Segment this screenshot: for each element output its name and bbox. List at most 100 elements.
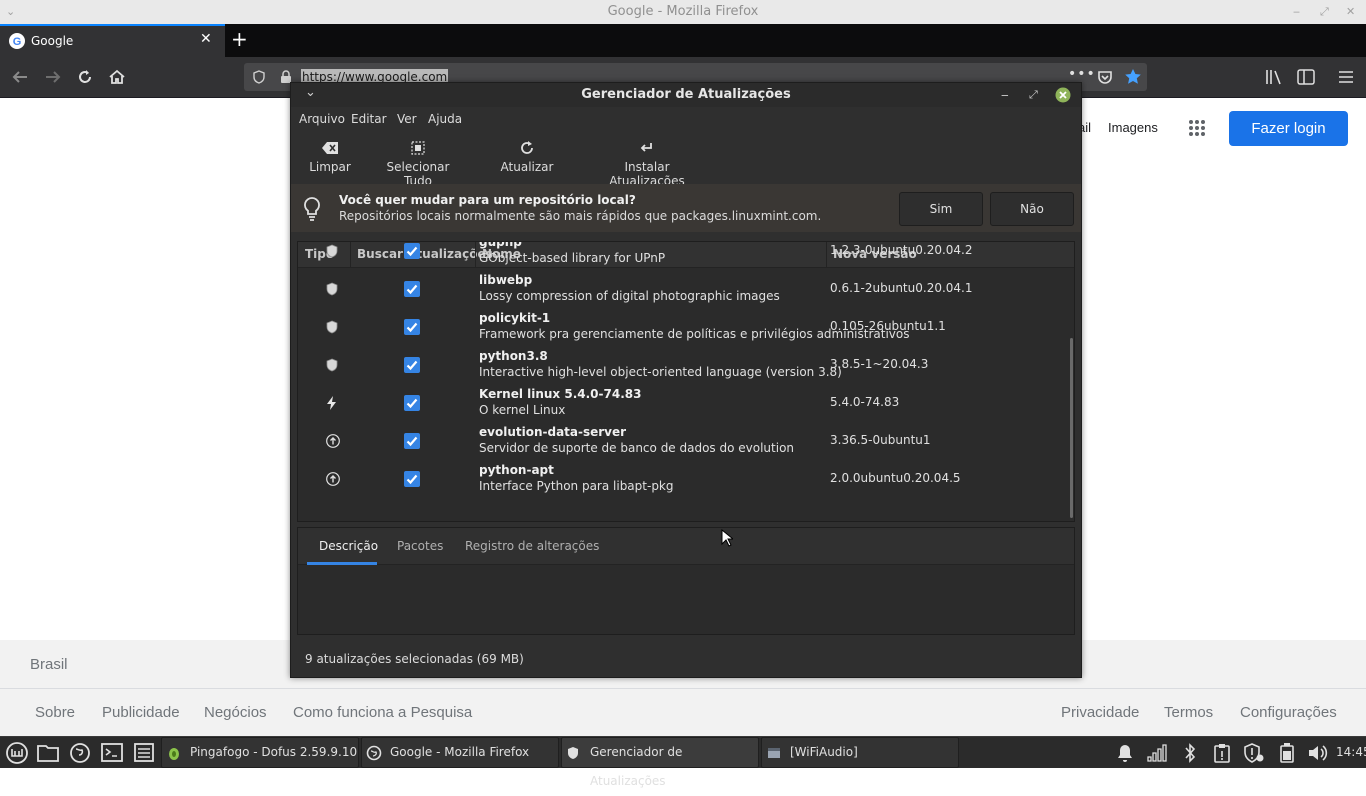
list-scrollbar[interactable] [1070, 338, 1073, 518]
local-mirror-infobar: Você quer mudar para um repositório loca… [291, 184, 1081, 232]
tab-google[interactable]: G Google ✕ [0, 24, 225, 57]
update-row-1[interactable]: libwebp Lossy compression of digital phot… [298, 270, 1074, 308]
checkmark-icon [406, 360, 418, 371]
update-row-2[interactable]: policykit-1 Framework pra gerenciamente d… [298, 308, 1074, 346]
update-checkbox[interactable] [404, 357, 420, 373]
notifications-bell-icon[interactable] [1116, 743, 1134, 763]
checkmark-icon [406, 474, 418, 485]
minimize-icon[interactable]: ‒ [1293, 0, 1300, 24]
update-row-3[interactable]: python3.8 Interactive high-level object-o… [298, 346, 1074, 384]
hamburger-menu-icon[interactable] [1338, 69, 1354, 85]
refresh-button[interactable]: Atualizar [499, 139, 555, 174]
close-tab-icon[interactable]: ✕ [200, 31, 212, 47]
update-manager-title: Gerenciador de Atualizações [581, 87, 791, 102]
menu-editar[interactable]: Editar [351, 112, 387, 126]
window-icon [768, 748, 780, 758]
update-manager-launcher-icon[interactable] [132, 738, 156, 767]
clipboard-icon[interactable] [1212, 743, 1232, 763]
menu-ajuda[interactable]: Ajuda [428, 112, 462, 126]
clear-button[interactable]: Limpar [305, 139, 355, 174]
menu-arquivo[interactable]: Arquivo [299, 112, 345, 126]
pocket-icon[interactable] [1097, 69, 1113, 85]
volume-icon[interactable] [1307, 743, 1329, 763]
taskbar-window-label: Google - Mozilla Firefox [390, 745, 530, 759]
footer-link-how-search-works[interactable]: Como funciona a Pesquisa [293, 704, 472, 721]
update-checkbox[interactable] [404, 281, 420, 297]
update-manager-titlebar[interactable]: ⌄ Gerenciador de Atualizações ‒ ⤢ [291, 83, 1081, 107]
footer-link-privacy[interactable]: Privacidade [1061, 704, 1139, 721]
footer-link-advertising[interactable]: Publicidade [102, 704, 180, 721]
sidebar-icon[interactable] [1297, 69, 1315, 85]
close-icon[interactable] [1055, 87, 1071, 103]
tab-changelog[interactable]: Registro de alterações [465, 539, 599, 553]
images-link[interactable]: Imagens [1108, 120, 1158, 135]
apps-grid-icon[interactable] [1188, 119, 1206, 137]
package-description: O kernel Linux [479, 403, 566, 417]
install-updates-button[interactable]: Instalar Atualizações [593, 139, 701, 188]
tab-packages[interactable]: Pacotes [397, 539, 443, 553]
taskbar-window-update-manager[interactable]: Gerenciador de Atualizações [561, 737, 759, 788]
back-icon[interactable] [11, 68, 29, 86]
update-checkbox[interactable] [404, 243, 420, 259]
taskbar-window-wifiaudio[interactable]: [WiFiAudio] [761, 737, 959, 768]
package-name: Kernel linux 5.4.0-74.83 [479, 387, 642, 401]
checkmark-icon [406, 322, 418, 333]
yes-button[interactable]: Sim [899, 192, 983, 226]
bluetooth-icon[interactable] [1183, 743, 1197, 763]
window-menu-icon[interactable]: ⌄ [6, 0, 15, 24]
close-window-icon[interactable]: ✕ [1346, 0, 1355, 24]
update-row-4[interactable]: Kernel linux 5.4.0-74.83 O kernel Linux 5.… [298, 384, 1074, 422]
taskbar-window-firefox[interactable]: Google - Mozilla Firefox [361, 737, 559, 768]
update-type-icon [326, 320, 338, 334]
rows-container: gupnp GObject-based library for UPnP 1.2.3… [298, 242, 1074, 521]
status-text: 9 atualizações selecionadas (69 MB) [305, 652, 524, 666]
new-tab-icon[interactable]: + [231, 27, 248, 51]
package-description: Servidor de suporte de banco de dados do… [479, 441, 795, 455]
terminal-icon[interactable] [100, 738, 124, 767]
footer-link-about[interactable]: Sobre [35, 704, 75, 721]
firefox-launcher-icon[interactable] [68, 738, 92, 767]
minimize-icon[interactable]: ‒ [1001, 83, 1009, 107]
menu-ver[interactable]: Ver [397, 112, 417, 126]
active-tab-indicator [307, 562, 377, 565]
menubar: Arquivo Editar Ver Ajuda [291, 107, 1081, 131]
maximize-icon[interactable]: ⤢ [1029, 83, 1038, 107]
update-row-6[interactable]: python-apt Interface Python para libapt-p… [298, 460, 1074, 498]
bookmark-star-icon[interactable] [1124, 68, 1142, 86]
page-actions-icon[interactable]: ••• [1068, 66, 1096, 82]
forward-icon[interactable] [44, 68, 62, 86]
update-shield-icon[interactable] [1243, 743, 1265, 763]
maximize-icon[interactable]: ⤢ [1320, 0, 1329, 24]
taskbar-window-dofus[interactable]: Pingafogo - Dofus 2.59.9.10 [161, 737, 359, 768]
battery-icon[interactable] [1280, 743, 1294, 763]
footer-divider [0, 688, 1366, 689]
footer-link-business[interactable]: Negócios [204, 704, 267, 721]
window-menu-icon[interactable]: ⌄ [305, 81, 316, 105]
footer-link-terms[interactable]: Termos [1164, 704, 1213, 721]
update-checkbox[interactable] [404, 319, 420, 335]
update-row-5[interactable]: evolution-data-server Servidor de suporte… [298, 422, 1074, 460]
package-name: evolution-data-server [479, 425, 627, 439]
login-button[interactable]: Fazer login [1229, 111, 1348, 146]
mint-menu-icon[interactable] [5, 738, 29, 767]
update-row-0[interactable]: gupnp GObject-based library for UPnP 1.2.3… [298, 242, 1074, 270]
network-signal-icon[interactable] [1146, 743, 1168, 763]
select-all-button[interactable]: Selecionar Tudo [375, 139, 461, 188]
update-checkbox[interactable] [404, 471, 420, 487]
update-checkbox[interactable] [404, 395, 420, 411]
country-label: Brasil [30, 656, 68, 673]
no-button[interactable]: Não [990, 192, 1074, 226]
library-icon[interactable] [1265, 69, 1283, 85]
checkmark-icon [406, 246, 418, 257]
update-type-icon [326, 472, 340, 486]
package-version: 3.36.5-0ubuntu1 [830, 433, 931, 447]
tab-description[interactable]: Descrição [319, 539, 378, 553]
file-manager-icon[interactable] [36, 738, 60, 767]
home-icon[interactable] [108, 68, 126, 86]
footer-link-settings[interactable]: Configurações [1240, 704, 1337, 721]
update-type-icon [326, 282, 338, 296]
checkmark-icon [406, 398, 418, 409]
reload-icon[interactable] [76, 68, 94, 86]
tracking-protection-shield-icon[interactable] [252, 70, 266, 84]
update-checkbox[interactable] [404, 433, 420, 449]
